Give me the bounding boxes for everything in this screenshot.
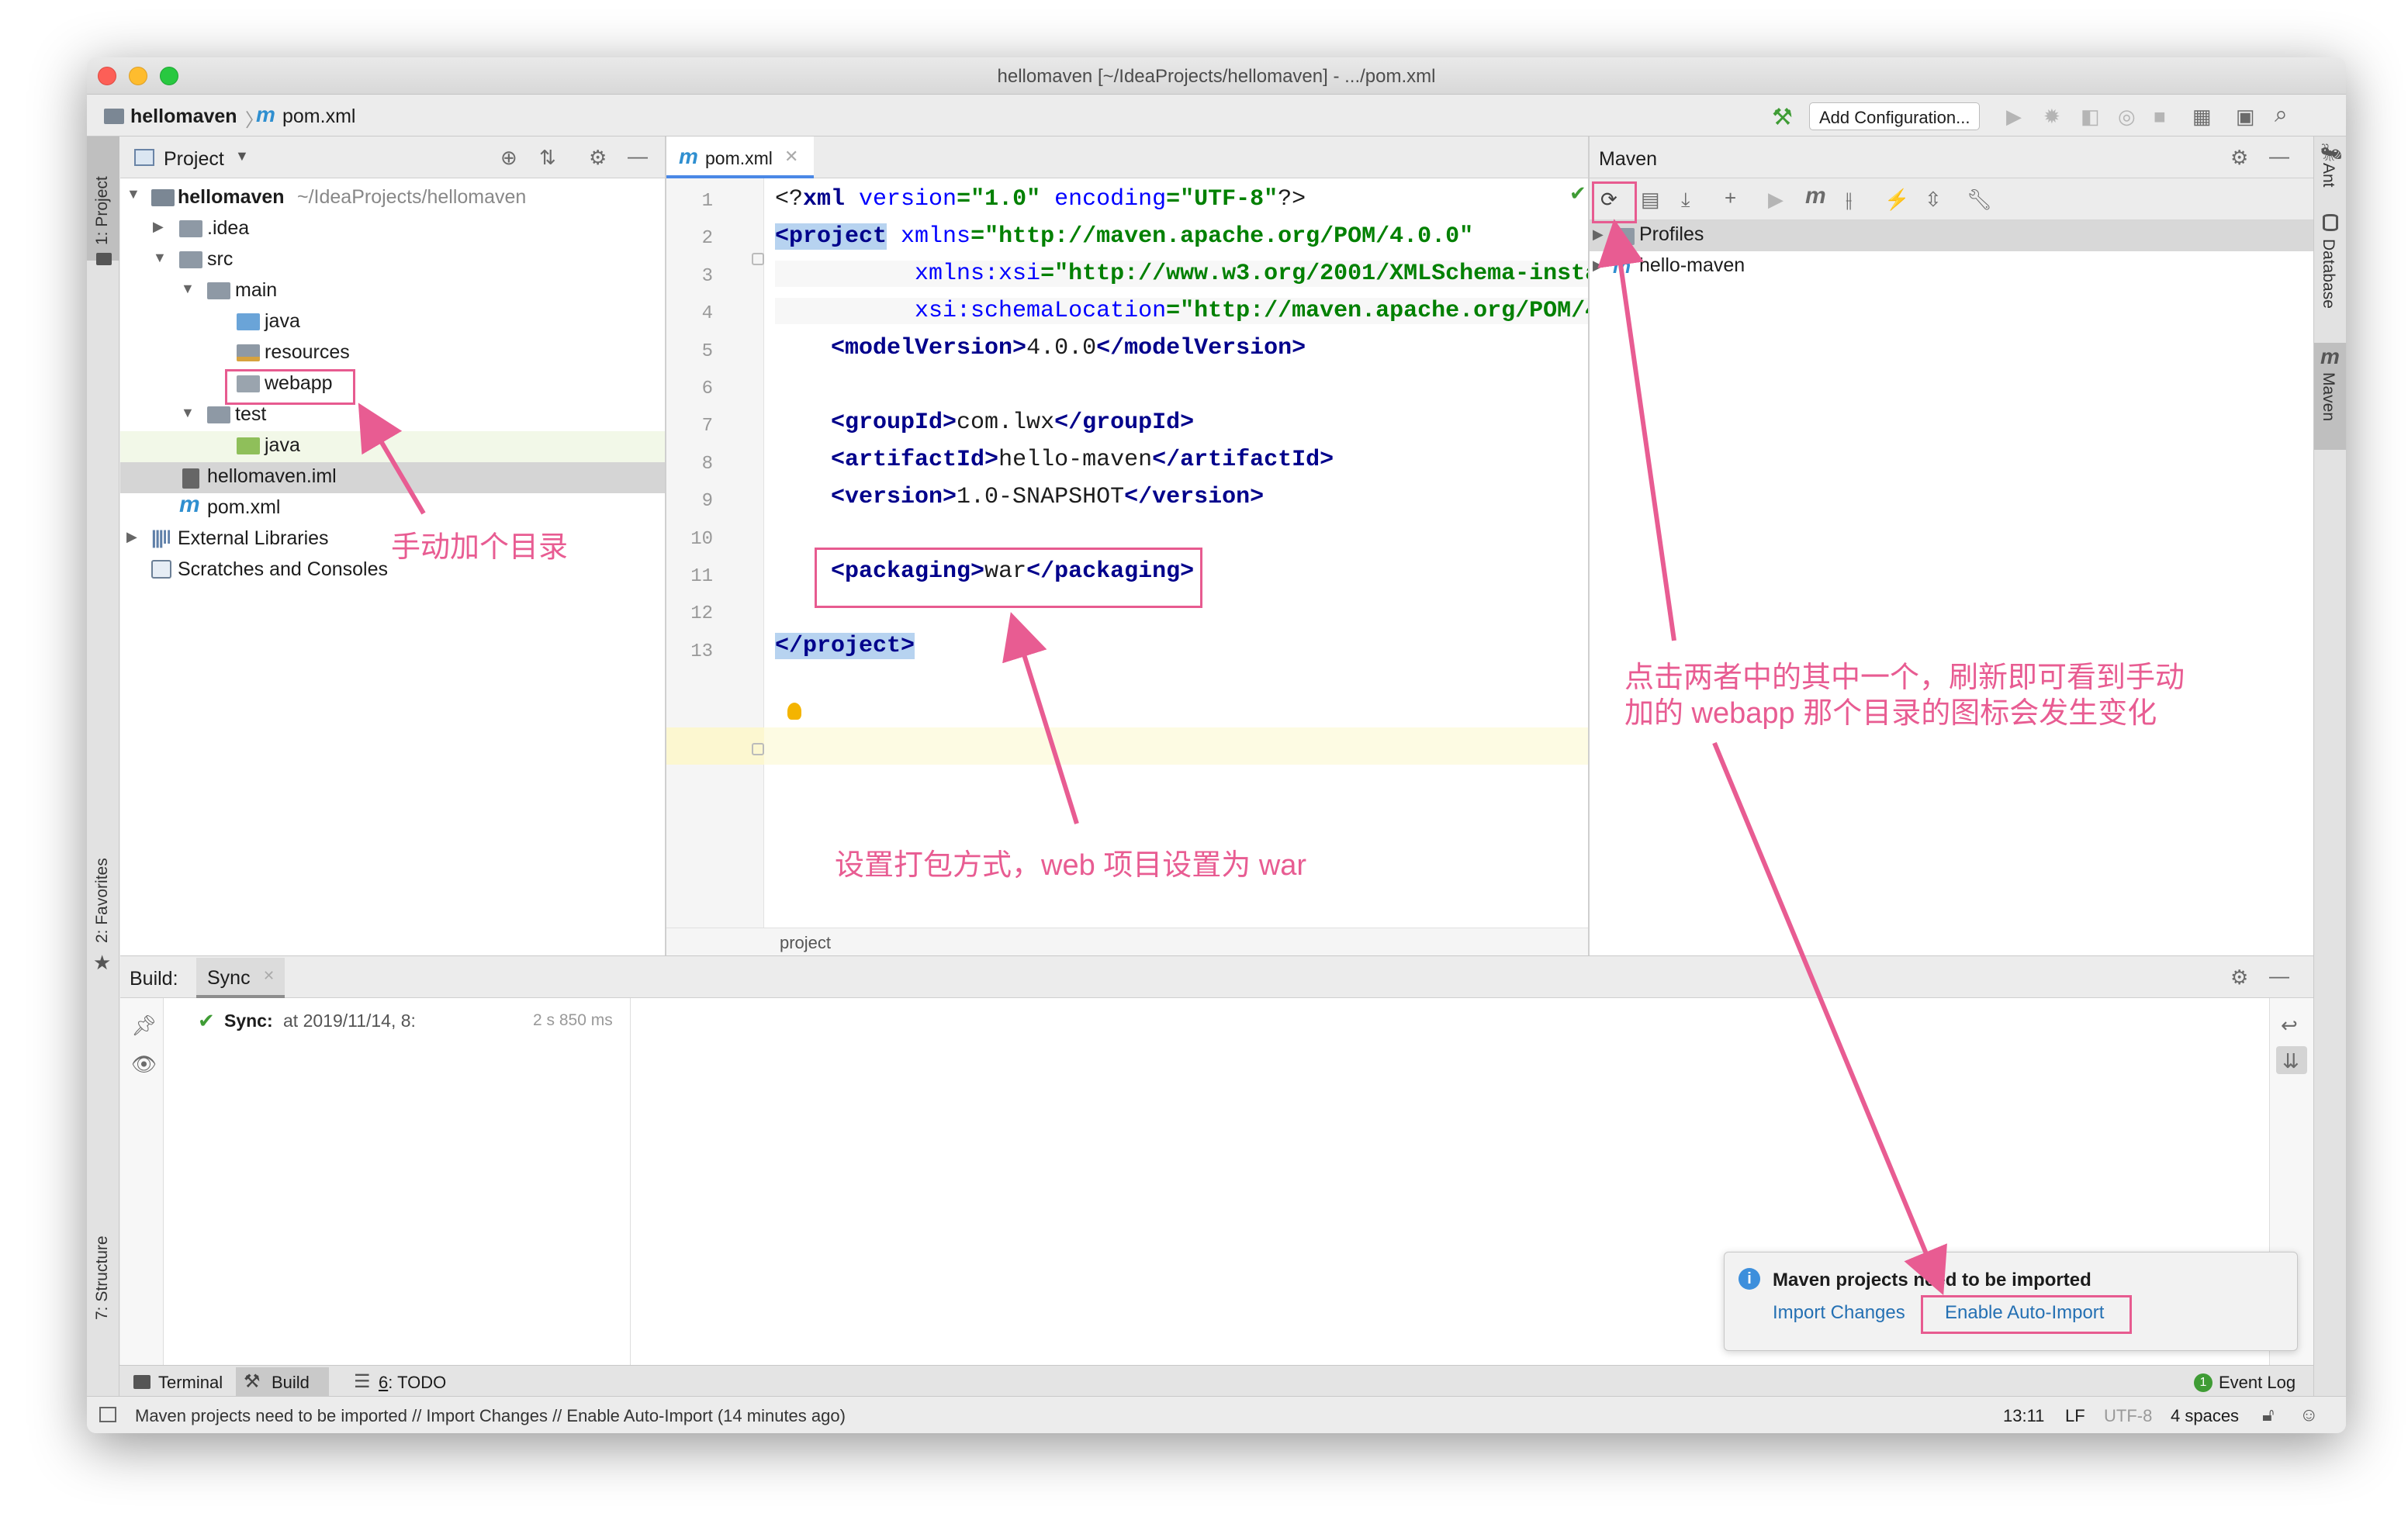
annotation-arrows: [358, 219, 1947, 1296]
arrow-to-reload: [1597, 219, 1676, 641]
annotation-refresh-line2: 加的 webapp 那个目录的图标会发生变化: [1624, 697, 2157, 730]
arrow-to-webapp: [358, 403, 426, 515]
arrow-to-packaging: [1002, 612, 1079, 824]
arrow-to-auto-import: [1712, 741, 1947, 1296]
annotation-manual-dir: 手动加个目录: [391, 531, 569, 564]
annotation-packaging: 设置打包方式，web 项目设置为 war: [835, 849, 1307, 882]
